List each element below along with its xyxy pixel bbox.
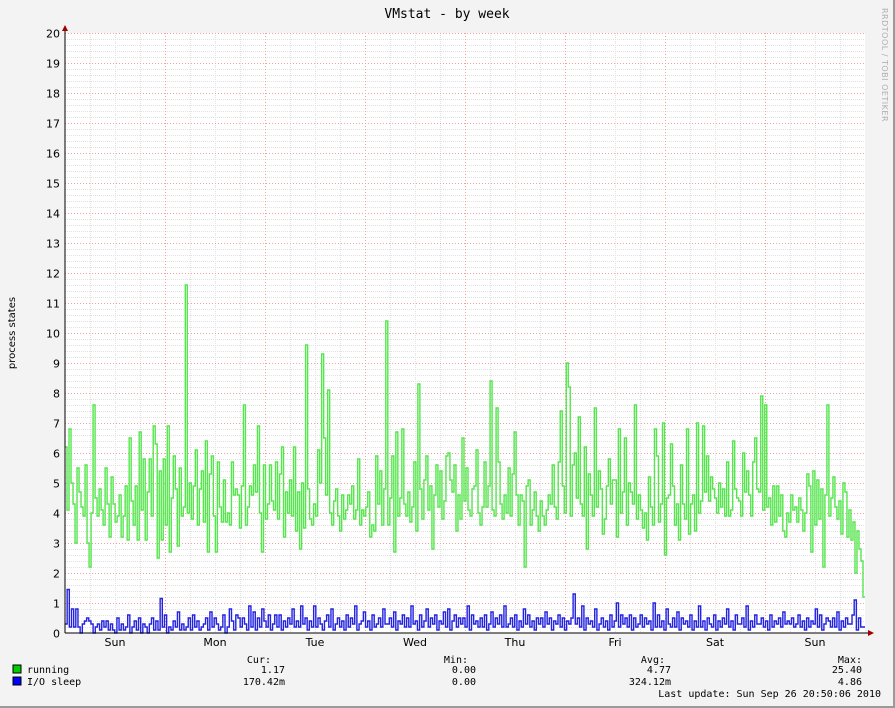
- vmstat-chart: VMstat - by week RRDTOOL / TOBI OETIKER …: [7, 7, 889, 700]
- y-tick-label: 10: [46, 328, 60, 341]
- y-tick-label: 14: [46, 208, 60, 221]
- y-tick-label: 16: [46, 148, 60, 161]
- legend-swatch-running: [12, 664, 22, 674]
- x-tick-label: Tue: [305, 636, 325, 649]
- legend-running-cur: 1.17: [261, 665, 285, 676]
- x-tick-labels: Sun Mon Tue Wed Thu Fri Sat Sun: [105, 636, 826, 649]
- legend-io-sleep-cur: 170.42m: [243, 677, 285, 688]
- y-axis-label: process states: [7, 297, 18, 369]
- legend-running-max: 25.40: [832, 665, 862, 676]
- y-tick-label: 3: [53, 538, 60, 551]
- y-tick-label: 20: [46, 28, 60, 41]
- x-tick-label: Fri: [608, 636, 621, 649]
- y-axis-arrow: [62, 25, 68, 31]
- rrdtool-watermark: RRDTOOL / TOBI OETIKER: [880, 8, 889, 122]
- y-tick-label: 0: [53, 628, 60, 641]
- y-tick-label: 7: [53, 418, 60, 431]
- y-tick-label: 18: [46, 88, 60, 101]
- y-tick-label: 8: [53, 388, 60, 401]
- y-tick-label: 4: [53, 508, 60, 521]
- x-axis-arrow: [868, 630, 874, 636]
- y-tick-label: 5: [53, 478, 60, 491]
- legend-running-min: 0.00: [452, 665, 476, 676]
- y-tick-label: 11: [46, 298, 60, 311]
- x-tick-label: Sat: [706, 636, 725, 649]
- y-tick-label: 15: [46, 178, 60, 191]
- legend-label-io-sleep: I/O sleep: [27, 677, 81, 688]
- legend-label-running: running: [27, 665, 69, 676]
- legend-swatch-io-sleep: [12, 676, 22, 686]
- chart-title: VMstat - by week: [384, 7, 509, 22]
- y-tick-label: 6: [53, 448, 60, 461]
- y-tick-label: 13: [46, 238, 60, 251]
- x-tick-label: Thu: [504, 636, 526, 649]
- y-tick-label: 12: [46, 268, 60, 281]
- y-tick-label: 17: [46, 118, 60, 131]
- y-tick-label: 9: [53, 358, 60, 371]
- legend-running-avg: 4.77: [647, 665, 671, 676]
- x-tick-label: Sun: [805, 636, 826, 649]
- legend-io-sleep-min: 0.00: [452, 677, 476, 688]
- x-tick-label: Mon: [203, 636, 226, 649]
- x-tick-label: Sun: [105, 636, 126, 649]
- x-tick-label: Wed: [403, 636, 427, 649]
- legend: Cur: Min: Avg: Max: running 1.17 0.00 4.…: [12, 655, 881, 700]
- y-tick-label: 2: [53, 568, 60, 581]
- legend-io-sleep-avg: 324.12m: [629, 677, 671, 688]
- legend-io-sleep-max: 4.86: [838, 677, 862, 688]
- y-tick-label: 19: [46, 58, 60, 71]
- y-tick-label: 1: [53, 598, 60, 611]
- last-update: Last update: Sun Sep 26 20:50:06 2010: [658, 689, 881, 700]
- y-tick-labels: 01234567891011121314151617181920: [46, 28, 60, 641]
